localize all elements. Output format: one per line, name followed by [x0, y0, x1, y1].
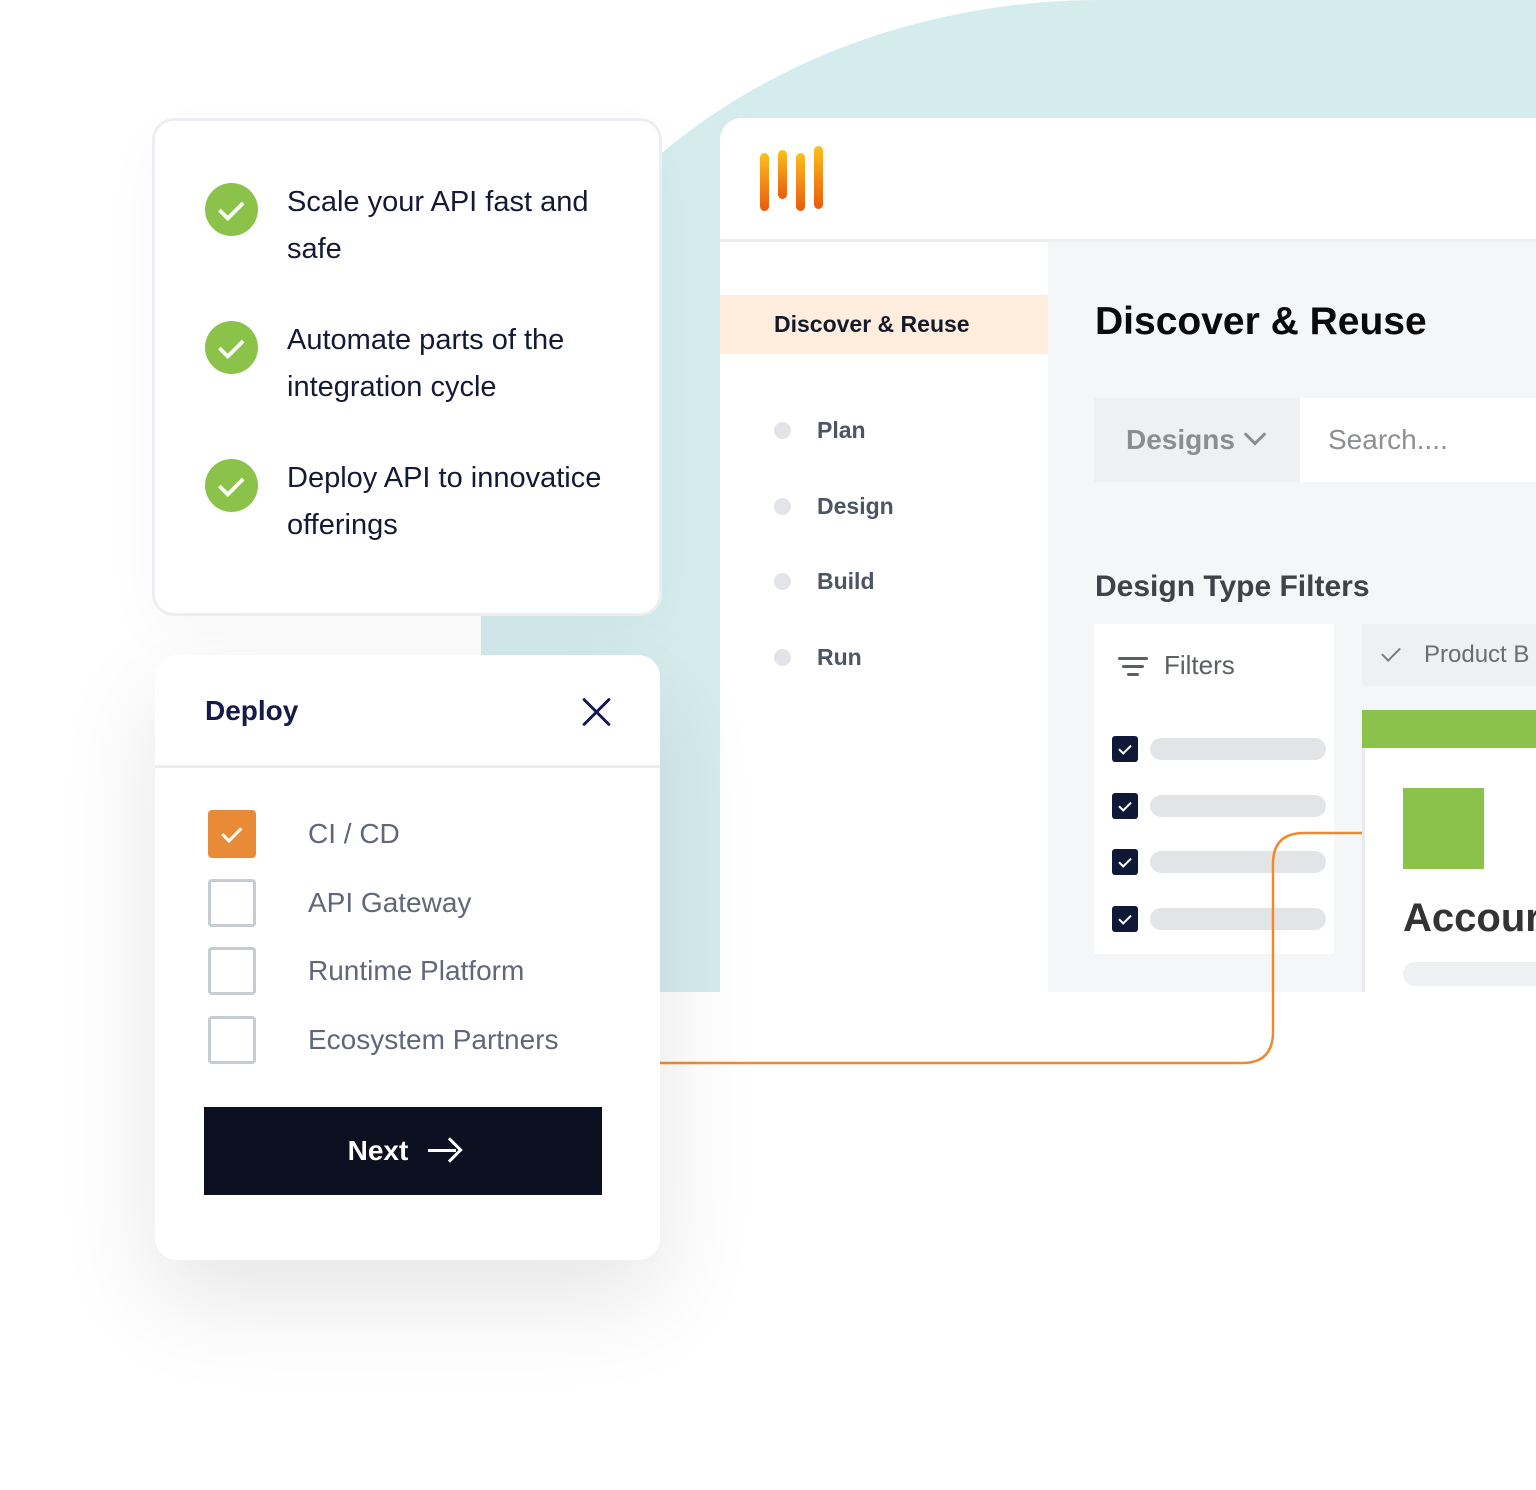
type-select-value: Designs	[1126, 424, 1235, 455]
option-api-gateway[interactable]: API Gateway	[208, 879, 471, 927]
sidebar-item-discover-reuse[interactable]: Discover & Reuse	[720, 295, 1048, 354]
option-ci-cd[interactable]: CI / CD	[208, 810, 400, 858]
option-label: Runtime Platform	[308, 955, 525, 986]
sidebar-item-build[interactable]: Build	[774, 568, 875, 595]
check-circle-icon	[205, 459, 258, 512]
option-label: API Gateway	[308, 887, 472, 918]
check-circle-icon	[205, 183, 258, 236]
placeholder-bar	[1150, 738, 1326, 760]
search-input[interactable]	[1300, 398, 1536, 482]
checkbox[interactable]	[208, 879, 256, 927]
checkbox-checked[interactable]	[208, 810, 256, 858]
close-icon[interactable]	[580, 695, 614, 729]
option-label: Ecosystem Partners	[308, 1024, 559, 1055]
filter-row	[1112, 849, 1326, 875]
arrow-right-icon	[428, 1139, 458, 1163]
filter-row	[1112, 736, 1326, 762]
card-accent-bar	[1362, 710, 1536, 748]
card-title: Accour	[1403, 896, 1536, 940]
placeholder-bar	[1150, 851, 1326, 873]
sidebar-item-label: Discover & Reuse	[774, 311, 970, 337]
next-label: Next	[347, 1135, 409, 1166]
option-runtime-platform[interactable]: Runtime Platform	[208, 947, 524, 995]
benefits-card: Scale your API fast and safe Automate pa…	[152, 118, 662, 616]
filter-checkbox[interactable]	[1112, 793, 1138, 819]
filter-checkbox[interactable]	[1112, 849, 1138, 875]
option-ecosystem-partners[interactable]: Ecosystem Partners	[208, 1016, 559, 1064]
checkbox[interactable]	[208, 1016, 256, 1064]
status-dot-icon	[774, 498, 791, 515]
checkbox[interactable]	[208, 947, 256, 995]
filter-chip[interactable]: Product B	[1362, 624, 1536, 686]
chip-label: Product B	[1424, 641, 1530, 668]
benefit-item: Scale your API fast and safe	[205, 183, 627, 273]
type-select[interactable]: Designs	[1094, 398, 1300, 482]
deploy-header: Deploy	[155, 655, 660, 768]
filters-button[interactable]: Filters	[1118, 650, 1235, 681]
sidebar-item-label: Plan	[817, 417, 866, 443]
sidebar-item-label: Build	[817, 568, 875, 594]
benefit-item: Deploy API to innovatice offerings	[205, 459, 627, 549]
next-button[interactable]: Next	[204, 1107, 602, 1195]
sidebar: Discover & Reuse Plan Design Build Run	[720, 242, 1048, 992]
app-window: Discover & Reuse Plan Design Build Run D…	[720, 118, 1536, 992]
status-dot-icon	[774, 573, 791, 590]
sidebar-item-plan[interactable]: Plan	[774, 417, 866, 444]
filters-label: Filters	[1164, 650, 1235, 680]
benefit-text: Deploy API to innovatice offerings	[287, 462, 602, 541]
filter-checkbox[interactable]	[1112, 736, 1138, 762]
bars-logo-icon[interactable]	[760, 146, 826, 212]
filter-checkbox[interactable]	[1112, 906, 1138, 932]
check-icon	[1381, 642, 1401, 662]
filter-row	[1112, 906, 1326, 932]
placeholder-bar	[1403, 962, 1536, 986]
main-content: Discover & Reuse Designs Design Type Fil…	[1048, 242, 1536, 992]
check-circle-icon	[205, 321, 258, 374]
benefit-text: Scale your API fast and safe	[287, 186, 589, 265]
sidebar-item-run[interactable]: Run	[774, 644, 862, 671]
panel-title: Deploy	[205, 695, 299, 726]
filter-row	[1112, 793, 1326, 819]
status-dot-icon	[774, 649, 791, 666]
chevron-down-icon	[1243, 423, 1267, 446]
placeholder-bar	[1150, 908, 1326, 930]
option-label: CI / CD	[308, 818, 400, 849]
filters-panel: Filters	[1094, 624, 1334, 954]
sidebar-item-label: Run	[817, 644, 862, 670]
deploy-panel: Deploy CI / CD API Gateway Runtime Platf…	[155, 655, 660, 1260]
benefit-item: Automate parts of the integration cycle	[205, 321, 627, 411]
sidebar-item-label: Design	[817, 493, 894, 519]
sidebar-item-design[interactable]: Design	[774, 493, 894, 520]
status-dot-icon	[774, 422, 791, 439]
page-title: Discover & Reuse	[1095, 300, 1427, 343]
card-thumbnail	[1403, 788, 1484, 869]
benefit-text: Automate parts of the integration cycle	[287, 324, 565, 403]
placeholder-bar	[1150, 795, 1326, 817]
filter-icon	[1118, 654, 1148, 678]
app-header	[720, 118, 1536, 242]
section-title: Design Type Filters	[1095, 570, 1370, 603]
design-card[interactable]: Accour	[1362, 710, 1536, 992]
